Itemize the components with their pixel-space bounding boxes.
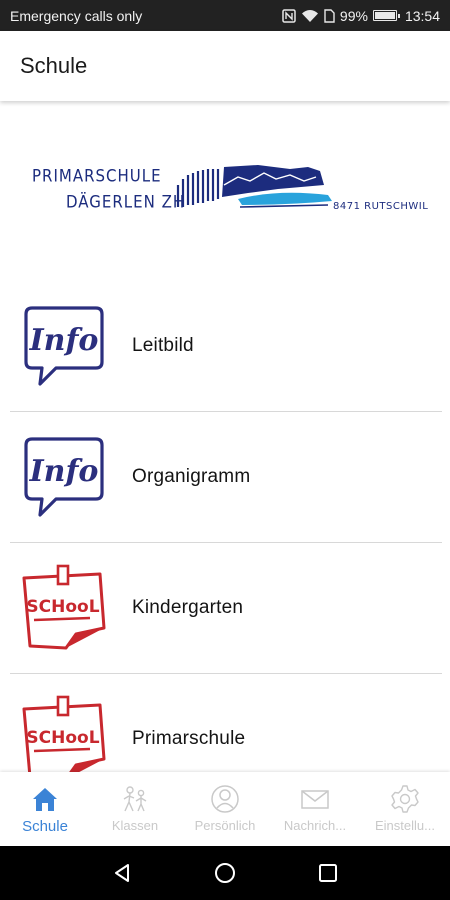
tab-label: Klassen (111, 818, 159, 833)
battery-icon (372, 10, 400, 21)
svg-text:SCHooL: SCHooL (26, 597, 99, 617)
menu-list: Info Leitbild Info Organigramm SCHooL Ki… (10, 281, 442, 805)
status-icons: 99% 13:54 (282, 8, 440, 24)
svg-text:SCHooL: SCHooL (26, 728, 99, 748)
recents-button[interactable] (313, 858, 343, 888)
list-item-label: Primarschule (132, 728, 246, 749)
home-button[interactable] (210, 858, 240, 888)
tab-label: Einstellu... (375, 818, 435, 833)
list-item-organigramm[interactable]: Info Organigramm (10, 412, 442, 543)
recents-square-icon (319, 864, 338, 882)
battery-percent: 99% (339, 7, 368, 24)
envelope-icon (301, 790, 329, 809)
info-bubble-icon: Info (24, 306, 104, 386)
bottom-tab-bar: Schule Klassen Persönlich Nachrich... Ei… (0, 772, 450, 846)
back-button[interactable] (107, 858, 137, 888)
list-item-label: Leitbild (132, 335, 194, 356)
tab-label: Schule (22, 818, 68, 835)
logo-text-line2: DÄGERLEN ZH (66, 192, 186, 212)
person-icon (211, 785, 239, 813)
tab-einstellungen[interactable]: Einstellu... (360, 772, 450, 846)
list-item-label: Organigramm (132, 466, 251, 487)
list-item-kindergarten[interactable]: SCHooL Kindergarten (10, 543, 442, 674)
tab-nachrichten[interactable]: Nachrich... (270, 772, 360, 846)
school-logo: PRIMARSCHULE DÄGERLEN ZH 8471 RUTSCHWIL (0, 101, 450, 301)
sim-icon (324, 8, 335, 23)
info-bubble-icon: Info (24, 437, 104, 517)
wifi-icon (301, 9, 319, 23)
svg-text:Info: Info (29, 323, 99, 358)
tab-label: Persönlich (194, 818, 256, 833)
tab-schule[interactable]: Schule (0, 772, 90, 846)
tab-persoenlich[interactable]: Persönlich (180, 772, 270, 846)
tab-klassen[interactable]: Klassen (90, 772, 180, 846)
home-circle-icon (214, 863, 235, 883)
list-item-label: Kindergarten (132, 597, 244, 618)
app-bar: Schule (0, 31, 450, 101)
list-item-leitbild[interactable]: Info Leitbild (10, 281, 442, 412)
children-icon (123, 786, 147, 812)
nfc-icon (282, 8, 296, 23)
status-bar: Emergency calls only 99% 13:54 (0, 0, 450, 31)
system-nav-bar (0, 846, 450, 900)
clock: 13:54 (404, 7, 440, 24)
back-triangle-icon (114, 864, 129, 882)
page-title: Schule (20, 53, 88, 78)
school-note-icon: SCHooL (22, 564, 106, 650)
tab-label: Nachrich... (283, 818, 347, 833)
gear-icon (391, 785, 419, 813)
home-icon (33, 788, 57, 811)
carrier-text: Emergency calls only (10, 7, 143, 24)
logo-text-line3: 8471 RUTSCHWIL (333, 201, 429, 212)
logo-text-line1: PRIMARSCHULE (32, 166, 162, 186)
svg-text:Info: Info (29, 454, 99, 489)
